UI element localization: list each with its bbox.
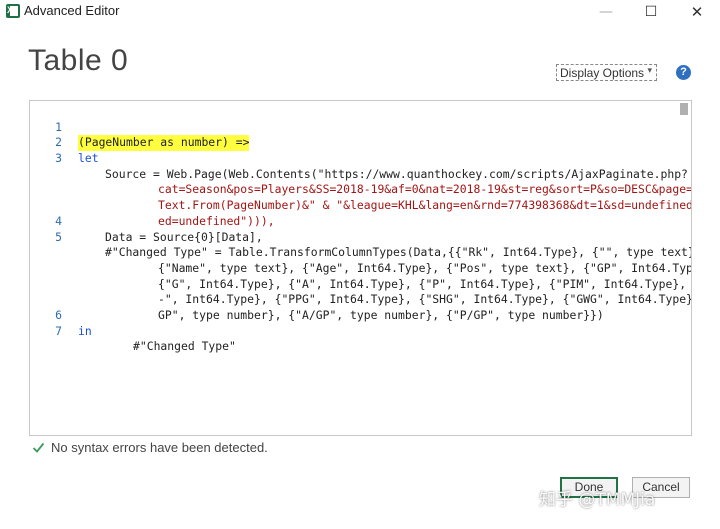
code-line: 5 #"Changed Type" = Table.TransformColum… bbox=[30, 214, 691, 260]
chevron-down-icon: ▾ bbox=[647, 65, 652, 75]
code-line: 7 #"Changed Type" bbox=[30, 308, 680, 354]
code-line: 1 (PageNumber as number) => bbox=[30, 104, 680, 152]
maximize-icon[interactable]: ☐ bbox=[628, 0, 674, 24]
display-options-dropdown[interactable]: Display Options ▾ bbox=[556, 64, 657, 81]
title-bar: X Advanced Editor — ☐ ✕ bbox=[0, 0, 720, 24]
code-line: ed=undefined"))), bbox=[30, 182, 680, 228]
code-text: #"Changed Type" bbox=[133, 339, 236, 354]
code-line: {"Name", type text}, {"Age", Int64.Type}… bbox=[30, 230, 691, 275]
code-line: 3 Source = Web.Page(Web.Contents("https:… bbox=[30, 135, 688, 181]
code-line: 4 Data = Source{0}[Data], bbox=[30, 198, 680, 244]
code-line: GP", type number}, {"A/GP", type number}… bbox=[30, 277, 680, 322]
code-editor[interactable]: 1 (PageNumber as number) => 2 let 3 Sour… bbox=[29, 100, 692, 436]
display-options-label: Display Options bbox=[560, 66, 645, 80]
minimize-icon[interactable]: — bbox=[583, 0, 629, 24]
code-lines: 1 (PageNumber as number) => 2 let 3 Sour… bbox=[30, 104, 691, 354]
close-icon[interactable]: ✕ bbox=[674, 0, 720, 24]
code-line: {"G", Int64.Type}, {"A", Int64.Type}, {"… bbox=[30, 245, 686, 291]
code-line: -", Int64.Type}, {"PPG", Int64.Type}, {"… bbox=[30, 261, 691, 306]
line-number: 7 bbox=[55, 323, 62, 338]
check-icon bbox=[32, 442, 45, 453]
excel-app-icon: X bbox=[6, 4, 20, 18]
code-line: 2 let bbox=[30, 120, 680, 165]
code-line: 6 in bbox=[30, 292, 680, 338]
syntax-status: No syntax errors have been detected. bbox=[51, 440, 268, 455]
watermark: 知乎 @TMMJia bbox=[539, 490, 656, 510]
page-title: Table 0 bbox=[28, 44, 129, 77]
help-icon[interactable]: ? bbox=[676, 65, 691, 80]
window-title: Advanced Editor bbox=[24, 3, 120, 18]
editor-scrollbar[interactable] bbox=[680, 103, 688, 435]
code-line: cat=Season&pos=Players&SS=2018-19&af=0&n… bbox=[30, 151, 691, 196]
code-line: Text.From(PageNumber)&" & "&league=KHL&l… bbox=[30, 167, 691, 212]
scrollbar-thumb[interactable] bbox=[680, 103, 688, 115]
code-text: in bbox=[78, 323, 92, 338]
